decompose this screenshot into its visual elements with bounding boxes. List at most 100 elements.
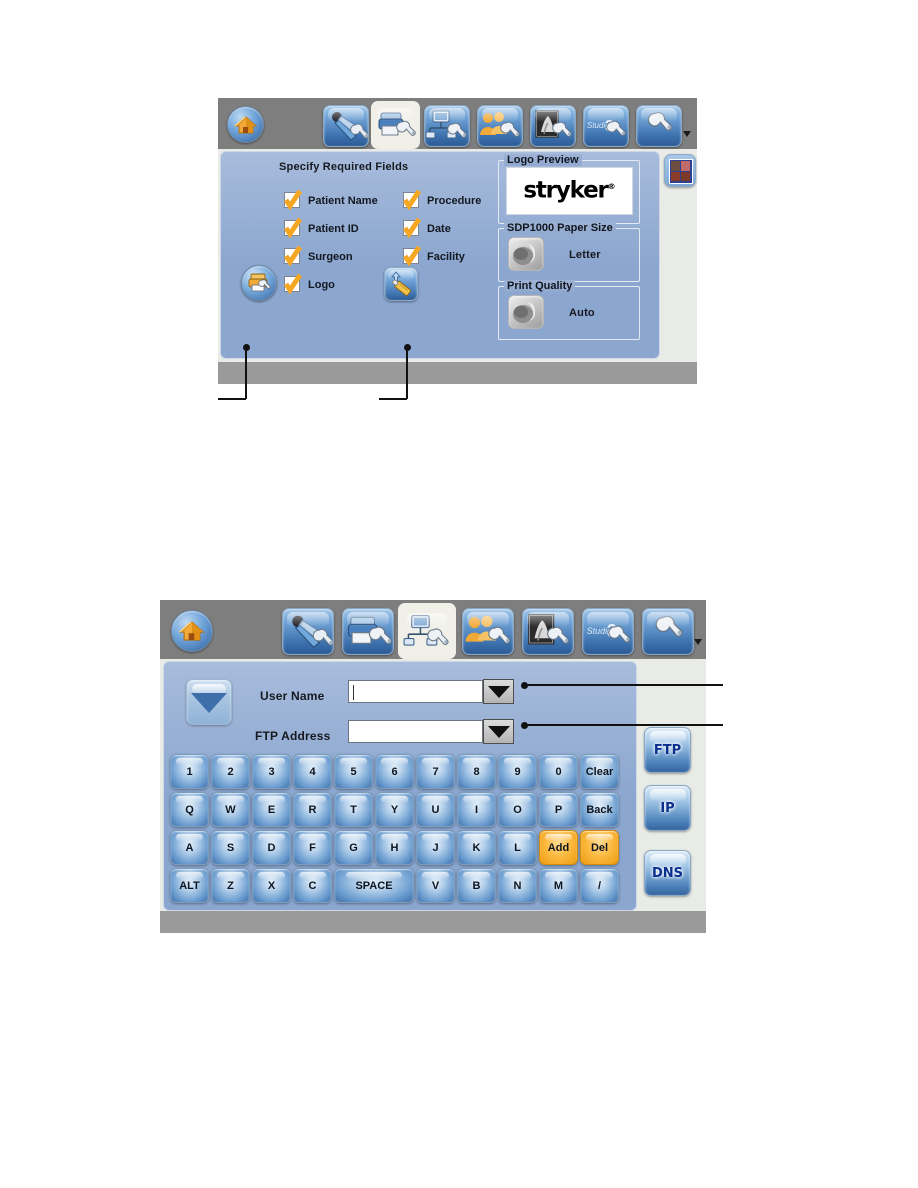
key-7[interactable]: 7	[416, 754, 455, 789]
key-8[interactable]: 8	[457, 754, 496, 789]
key-9[interactable]: 9	[498, 754, 537, 789]
key-label: E	[267, 803, 276, 816]
checkbox-date[interactable]	[402, 217, 422, 239]
checkbox-patient-id[interactable]	[283, 217, 303, 239]
users-wrench-icon	[480, 112, 520, 137]
checkbox-procedure[interactable]	[402, 189, 422, 211]
key-i[interactable]: I	[457, 792, 496, 827]
ftp-button[interactable]: FTP	[644, 727, 691, 773]
collapse-panel-button[interactable]	[186, 679, 232, 725]
key-0[interactable]: 0	[539, 754, 578, 789]
user-name-dropdown[interactable]	[483, 679, 514, 704]
group-title-paper-size: SDP1000 Paper Size	[504, 222, 616, 234]
key-q[interactable]: Q	[170, 792, 209, 827]
key-6[interactable]: 6	[375, 754, 414, 789]
checkbox-facility[interactable]	[402, 245, 422, 267]
key-j[interactable]: J	[416, 830, 455, 865]
tab-printer-setup[interactable]	[371, 101, 420, 149]
key-l[interactable]: L	[498, 830, 537, 865]
ftp-address-input[interactable]	[348, 720, 483, 743]
key-label: Back	[586, 803, 613, 816]
tab-studio3-setup[interactable]: Studio 3	[583, 105, 629, 147]
ip-button[interactable]: IP	[644, 785, 691, 831]
tab-network-setup[interactable]	[424, 105, 470, 147]
tab-camera-setup[interactable]	[282, 608, 334, 655]
image-grid-button[interactable]	[664, 154, 696, 187]
logo-preview-box: stryker®	[506, 167, 633, 215]
dns-button[interactable]: DNS	[644, 850, 691, 896]
ftp-address-dropdown[interactable]	[483, 719, 514, 744]
key-v[interactable]: V	[416, 868, 455, 903]
key-s[interactable]: S	[211, 830, 250, 865]
wrench-icon	[655, 615, 683, 637]
tab-system-setup[interactable]	[636, 105, 682, 147]
key-del[interactable]: Del	[580, 830, 619, 865]
key-b[interactable]: B	[457, 868, 496, 903]
group-print-quality: Print Quality Auto	[498, 280, 640, 340]
key-t[interactable]: T	[334, 792, 373, 827]
on-screen-keyboard: 1 2 3 4 5 6 7 8 9 0 Clear Q W E R T Y U …	[170, 754, 630, 903]
tab-users-setup[interactable]	[477, 105, 523, 147]
tab-studio3-setup[interactable]: Studio 3	[582, 608, 634, 655]
checkbox-surgeon[interactable]	[283, 245, 303, 267]
key-c[interactable]: C	[293, 868, 332, 903]
tab-network-setup[interactable]	[398, 603, 456, 659]
tab-camera-setup[interactable]	[323, 105, 369, 147]
printer-settings-button[interactable]	[241, 265, 277, 301]
key-o[interactable]: O	[498, 792, 537, 827]
tab-system-setup[interactable]	[642, 608, 694, 655]
paper-size-printer-icon[interactable]	[508, 237, 544, 271]
key-m[interactable]: M	[539, 868, 578, 903]
key-e[interactable]: E	[252, 792, 291, 827]
key-y[interactable]: Y	[375, 792, 414, 827]
key-clear[interactable]: Clear	[580, 754, 619, 789]
key-n[interactable]: N	[498, 868, 537, 903]
key-4[interactable]: 4	[293, 754, 332, 789]
checkbox-label-patient-name: Patient Name	[308, 195, 378, 207]
key-space[interactable]: SPACE	[334, 868, 414, 903]
key-u[interactable]: U	[416, 792, 455, 827]
key-p[interactable]: P	[539, 792, 578, 827]
tab-printer-setup[interactable]	[342, 608, 394, 655]
tab-users-setup[interactable]	[462, 608, 514, 655]
key-1[interactable]: 1	[170, 754, 209, 789]
key-slash[interactable]: /	[580, 868, 619, 903]
key-r[interactable]: R	[293, 792, 332, 827]
key-5[interactable]: 5	[334, 754, 373, 789]
tab-image-setup[interactable]	[522, 608, 574, 655]
checkbox-patient-name[interactable]	[283, 189, 303, 211]
key-d[interactable]: D	[252, 830, 291, 865]
chevron-down-icon[interactable]	[683, 131, 691, 137]
key-k[interactable]: K	[457, 830, 496, 865]
checkbox-logo[interactable]	[283, 273, 303, 295]
logo-wordmark: stryker	[523, 177, 608, 204]
key-h[interactable]: H	[375, 830, 414, 865]
key-label: 9	[514, 765, 521, 778]
key-z[interactable]: Z	[211, 868, 250, 903]
key-back[interactable]: Back	[580, 792, 619, 827]
home-button[interactable]	[227, 106, 264, 143]
print-quality-printer-icon[interactable]	[508, 295, 544, 329]
key-3[interactable]: 3	[252, 754, 291, 789]
key-alt[interactable]: ALT	[170, 868, 209, 903]
callout-line-printer-settings	[245, 348, 247, 399]
key-a[interactable]: A	[170, 830, 209, 865]
four-image-grid-icon	[669, 159, 693, 184]
key-g[interactable]: G	[334, 830, 373, 865]
key-w[interactable]: W	[211, 792, 250, 827]
user-name-input[interactable]	[348, 680, 483, 703]
key-add[interactable]: Add	[539, 830, 578, 865]
chevron-down-icon[interactable]	[694, 639, 702, 645]
tab-image-setup[interactable]	[530, 105, 576, 147]
usb-logo-import-button[interactable]	[384, 267, 418, 301]
key-label: N	[513, 879, 522, 892]
key-label: W	[225, 803, 236, 816]
home-button[interactable]	[171, 610, 213, 652]
printer-gray-icon	[513, 244, 535, 265]
key-label: V	[431, 879, 440, 892]
key-label: L	[514, 841, 521, 854]
key-2[interactable]: 2	[211, 754, 250, 789]
key-f[interactable]: F	[293, 830, 332, 865]
key-x[interactable]: X	[252, 868, 291, 903]
key-label: C	[308, 879, 317, 892]
